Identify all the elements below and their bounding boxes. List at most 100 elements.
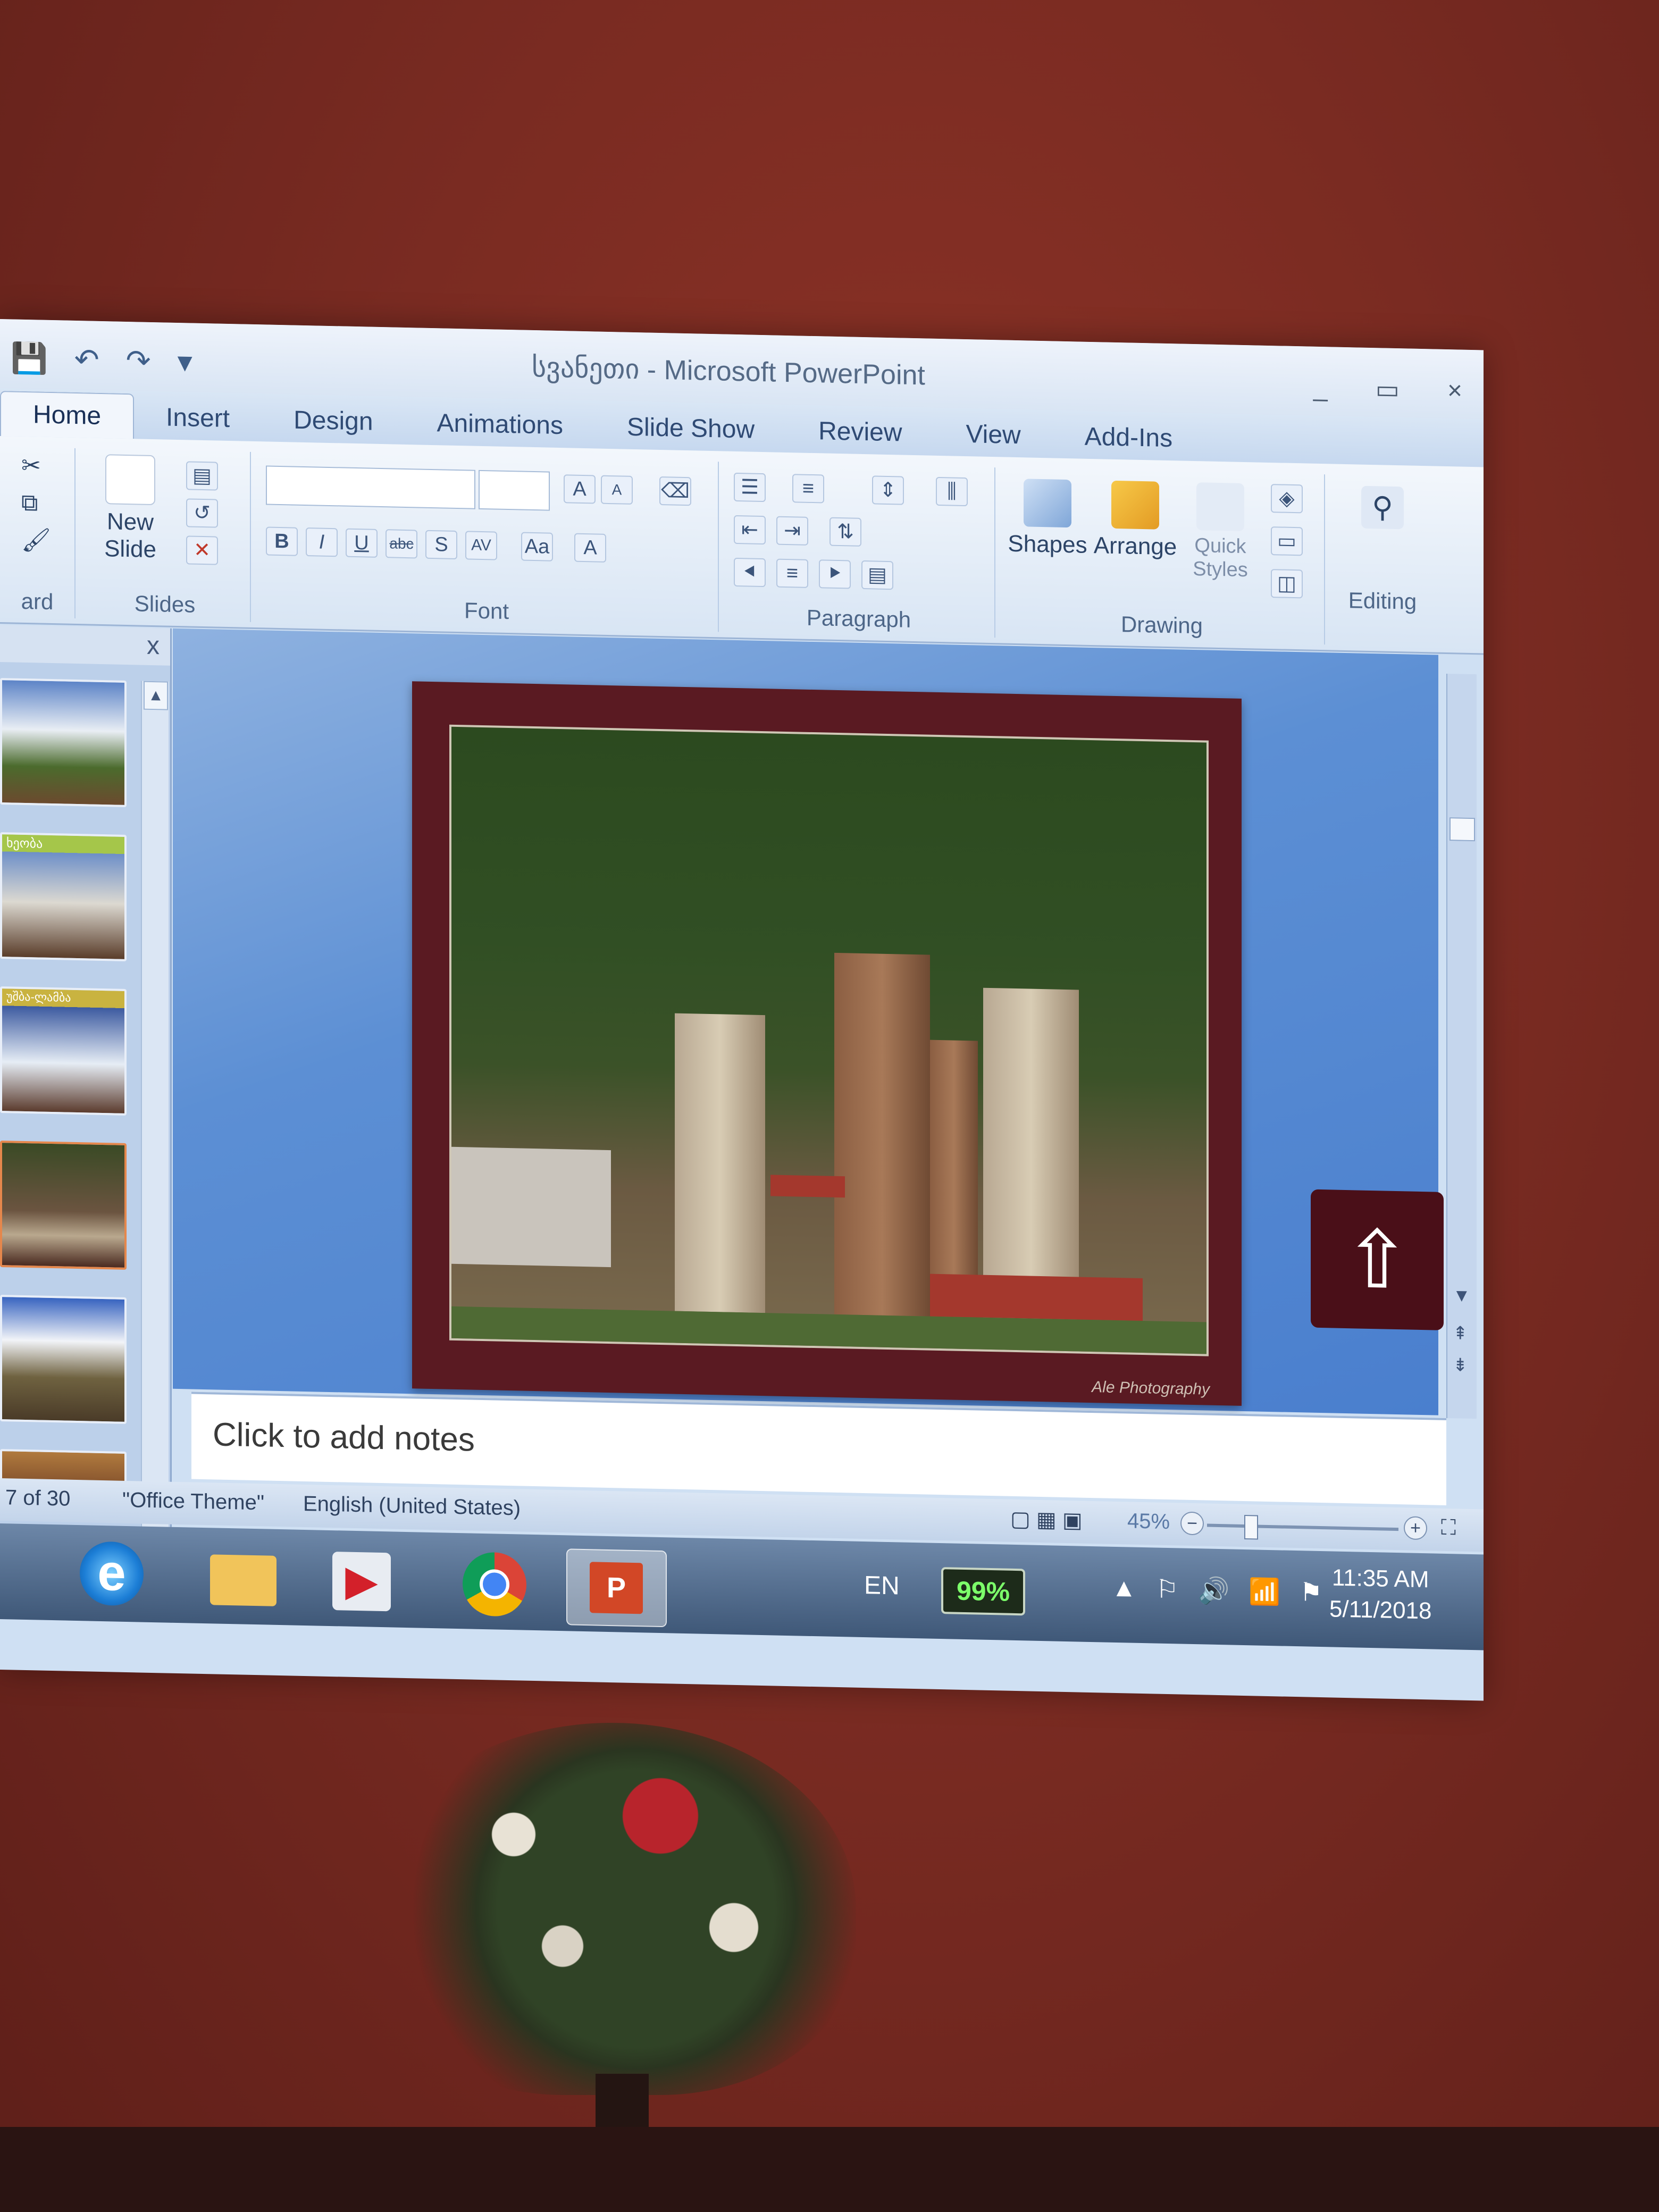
fit-to-window-icon[interactable]: ⛶ bbox=[1441, 1516, 1456, 1540]
shadow-button[interactable]: S bbox=[425, 530, 457, 560]
new-slide-button[interactable]: New Slide bbox=[90, 454, 170, 564]
tab-animations[interactable]: Animations bbox=[405, 408, 595, 448]
powerpoint-icon: P bbox=[590, 1562, 643, 1614]
powerpoint-taskbar-button[interactable]: P bbox=[566, 1548, 667, 1628]
undo-icon[interactable]: ↶ bbox=[74, 342, 99, 378]
character-spacing-button[interactable]: AV bbox=[465, 531, 497, 560]
align-left-button[interactable]: ⯇ bbox=[734, 557, 766, 588]
slides-pane-scrollbar[interactable] bbox=[141, 681, 169, 1586]
shrink-font-button[interactable]: A bbox=[601, 475, 633, 505]
layout-icon[interactable]: ▤ bbox=[186, 461, 218, 491]
zoom-in-button[interactable]: + bbox=[1404, 1516, 1427, 1540]
shape-effects-button[interactable]: ◫ bbox=[1271, 569, 1303, 599]
home-icon[interactable]: ⇧ bbox=[1311, 1189, 1444, 1330]
battery-indicator[interactable]: 99% bbox=[941, 1567, 1025, 1616]
show-hidden-icons[interactable]: ▲ bbox=[1111, 1573, 1137, 1604]
file-explorer-icon[interactable] bbox=[210, 1554, 276, 1606]
action-center-icon[interactable]: ⚑ bbox=[1300, 1577, 1322, 1608]
shape-fill-button[interactable]: ◈ bbox=[1271, 484, 1303, 514]
arrange-label: Arrange bbox=[1093, 532, 1177, 560]
media-player-icon[interactable]: ▶ bbox=[332, 1552, 391, 1612]
bold-button[interactable]: B bbox=[266, 526, 298, 556]
tab-slide-show[interactable]: Slide Show bbox=[595, 412, 786, 453]
ribbon: ✂ ⧉ 🖌 ard New Slide ▤ ↺ ✕ Slides A A ⌫ B… bbox=[0, 436, 1484, 655]
editor-scrollbar[interactable]: ▼ ⇞ ⇟ bbox=[1446, 673, 1477, 1419]
align-right-button[interactable]: ⯈ bbox=[819, 559, 851, 589]
slide-counter: 7 of 30 bbox=[5, 1486, 71, 1511]
minimize-button[interactable]: _ bbox=[1313, 373, 1328, 404]
reset-icon[interactable]: ↺ bbox=[186, 498, 218, 528]
scroll-down-icon[interactable]: ▼ bbox=[1453, 1285, 1471, 1306]
underline-button[interactable]: U bbox=[346, 528, 378, 558]
input-language[interactable]: EN bbox=[864, 1571, 900, 1601]
chrome-icon[interactable] bbox=[463, 1552, 526, 1617]
shapes-button[interactable]: Shapes bbox=[1005, 479, 1090, 559]
decrease-indent-button[interactable]: ⇤ bbox=[734, 515, 766, 545]
volume-icon[interactable]: 🔊 bbox=[1198, 1575, 1230, 1606]
line-spacing-button[interactable]: ⇕ bbox=[872, 475, 904, 505]
current-slide[interactable]: Ale Photography bbox=[412, 681, 1242, 1406]
slides-group-label: Slides bbox=[134, 591, 196, 617]
tab-home[interactable]: Home bbox=[0, 391, 135, 439]
binoculars-icon: ⚲ bbox=[1361, 485, 1404, 530]
numbering-button[interactable]: ≡ bbox=[792, 474, 824, 504]
shape-outline-button[interactable]: ▭ bbox=[1271, 526, 1303, 556]
arrange-button[interactable]: Arrange bbox=[1090, 480, 1180, 561]
zoom-slider[interactable] bbox=[1207, 1523, 1398, 1531]
strikethrough-button[interactable]: abc bbox=[386, 529, 417, 559]
save-icon[interactable]: 💾 bbox=[11, 340, 48, 376]
scroll-up-icon[interactable]: ▲ bbox=[144, 681, 168, 710]
tab-add-ins[interactable]: Add-Ins bbox=[1053, 421, 1204, 461]
zoom-out-button[interactable]: − bbox=[1180, 1511, 1204, 1536]
align-center-button[interactable]: ≡ bbox=[776, 558, 808, 588]
projected-screen: 💾 ↶ ↷ ▾ სვანეთი - Microsoft PowerPoint _… bbox=[0, 319, 1484, 1701]
justify-button[interactable]: ▤ bbox=[861, 560, 893, 590]
network-icon[interactable]: 📶 bbox=[1249, 1576, 1280, 1607]
slide-thumbnail[interactable]: ხეობა bbox=[0, 832, 127, 961]
pane-close-icon[interactable]: x bbox=[147, 631, 160, 661]
device-icon[interactable]: ⚐ bbox=[1156, 1574, 1179, 1605]
view-buttons[interactable]: ▢ ▦ ▣ bbox=[1010, 1507, 1083, 1533]
font-name-input[interactable] bbox=[266, 465, 475, 509]
slide-thumbnail[interactable] bbox=[0, 1295, 127, 1424]
previous-slide-icon[interactable]: ⇞ bbox=[1453, 1322, 1468, 1344]
tab-review[interactable]: Review bbox=[786, 416, 934, 456]
clock[interactable]: 11:35 AM 5/11/2018 bbox=[1329, 1562, 1431, 1627]
redo-icon[interactable]: ↷ bbox=[126, 343, 151, 379]
close-button[interactable]: × bbox=[1447, 376, 1462, 406]
zoom-slider-knob[interactable] bbox=[1244, 1515, 1258, 1540]
drawing-group-label: Drawing bbox=[1120, 611, 1203, 639]
tab-design[interactable]: Design bbox=[262, 405, 405, 445]
zoom-level[interactable]: 45% bbox=[1127, 1509, 1170, 1534]
slide-thumbnail[interactable] bbox=[0, 678, 127, 807]
copy-icon[interactable]: ⧉ bbox=[21, 490, 38, 517]
clear-formatting-button[interactable]: ⌫ bbox=[659, 476, 691, 506]
slide-thumbnail[interactable]: უშბა-ლამბა bbox=[0, 986, 127, 1116]
maximize-button[interactable]: ▭ bbox=[1376, 374, 1400, 405]
tab-insert[interactable]: Insert bbox=[134, 402, 262, 441]
cut-icon[interactable]: ✂ bbox=[21, 453, 41, 480]
change-case-button[interactable]: Aa bbox=[521, 532, 553, 562]
customize-qat-icon[interactable]: ▾ bbox=[178, 344, 192, 380]
clipboard-group-label: ard bbox=[21, 588, 54, 615]
language-status[interactable]: English (United States) bbox=[303, 1492, 521, 1521]
internet-explorer-icon[interactable]: e bbox=[80, 1541, 144, 1606]
italic-button[interactable]: I bbox=[306, 527, 338, 557]
text-direction-button[interactable]: ⇅ bbox=[830, 517, 861, 547]
tab-view[interactable]: View bbox=[934, 419, 1053, 458]
editing-group-label[interactable]: Editing bbox=[1329, 587, 1436, 615]
quick-styles-icon bbox=[1196, 482, 1244, 532]
quick-styles-button[interactable]: Quick Styles bbox=[1180, 482, 1260, 583]
font-size-input[interactable] bbox=[479, 470, 550, 511]
grow-font-button[interactable]: A bbox=[564, 474, 596, 504]
bullets-button[interactable]: ☰ bbox=[734, 472, 766, 502]
increase-indent-button[interactable]: ⇥ bbox=[776, 516, 808, 546]
format-painter-icon[interactable]: 🖌 bbox=[21, 527, 51, 555]
delete-slide-icon[interactable]: ✕ bbox=[186, 535, 218, 565]
editor-scroll-thumb[interactable] bbox=[1449, 817, 1475, 842]
columns-button[interactable]: ⫼ bbox=[936, 476, 968, 507]
font-color-button[interactable]: A bbox=[574, 533, 606, 563]
slide-thumbnail-selected[interactable] bbox=[0, 1141, 127, 1270]
find-button[interactable]: ⚲ bbox=[1351, 485, 1414, 534]
next-slide-icon[interactable]: ⇟ bbox=[1453, 1354, 1468, 1376]
